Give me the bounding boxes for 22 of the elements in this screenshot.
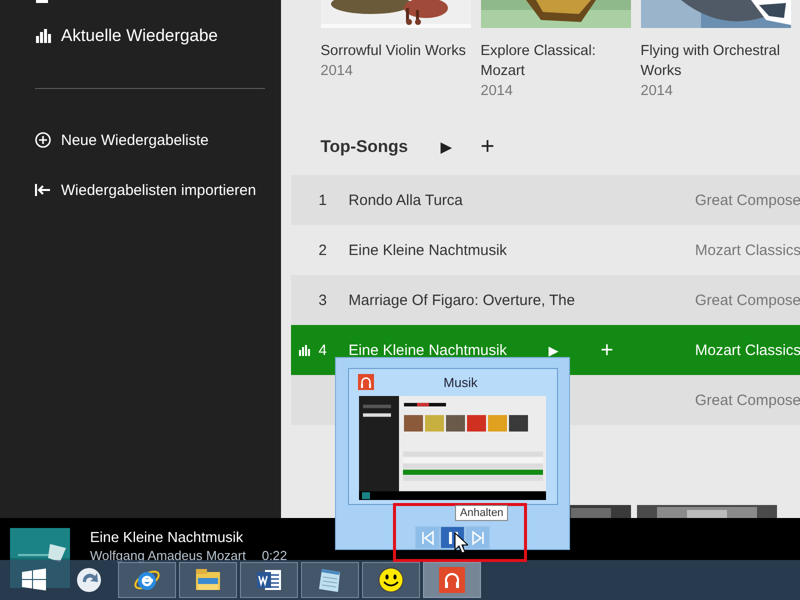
song-title: Rondo Alla Turca [348, 192, 464, 208]
track-number: 3 [318, 292, 328, 308]
window-title: Musik [442, 374, 478, 390]
song-title: Marriage Of Figaro: Overture, The [348, 292, 575, 308]
track-number: 1 [318, 192, 328, 208]
song-title: Eine Kleine Nachtmusik [348, 342, 508, 358]
artist-name: Great Compose [695, 292, 800, 308]
artist-name: Wolfgang Amadeus Mozart [90, 548, 246, 563]
artist-name: Great Compose [695, 392, 800, 408]
elapsed-time: 0:22 [262, 548, 288, 563]
artist-name: Mozart Classics [695, 242, 800, 258]
artist-name: Great Compose [695, 192, 800, 208]
song-title: Eine Kleine Nachtmusik [348, 242, 508, 258]
tooltip: Anhalten [455, 505, 508, 521]
album-year: 2014 [480, 82, 514, 101]
artist-name: Mozart Classics [695, 342, 800, 358]
album-year: 2014 [320, 62, 354, 81]
track-number: 4 [318, 342, 328, 358]
song-title: Eine Kleine Nachtmusik [90, 530, 244, 546]
section-title: Top-Songs [320, 136, 410, 156]
album-year: 2014 [640, 82, 674, 101]
track-number: 2 [318, 242, 328, 258]
